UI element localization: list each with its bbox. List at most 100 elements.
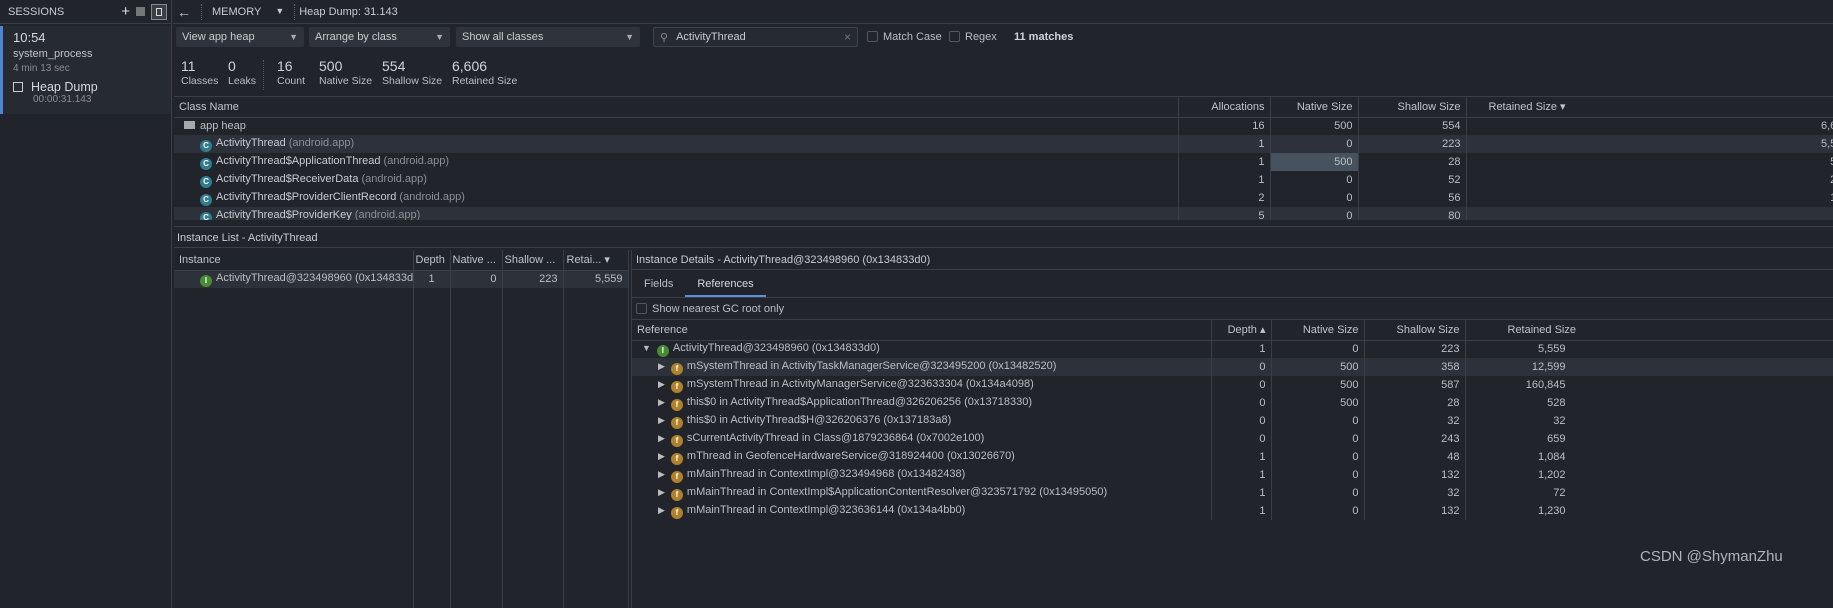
instance-table: Instance Depth Native ... Shallow ... Re… (174, 250, 630, 608)
cell-retained: 528 (1466, 153, 1833, 171)
cell-shallow: 28 (1358, 153, 1467, 171)
col-shallow-size[interactable]: Shallow Size (1358, 97, 1467, 118)
field-icon: f (670, 380, 683, 393)
heap-select-label: View app heap (182, 31, 255, 43)
class-row-app-heap[interactable]: app heap 165005546,606 (174, 117, 1833, 135)
col-depth[interactable]: Depth (413, 250, 451, 271)
reference-name: mSystemThread in ActivityTaskManagerServ… (686, 359, 1057, 372)
heap-dump-artifact[interactable]: Heap Dump (13, 80, 161, 94)
stat-label: Shallow Size (382, 75, 443, 87)
stat-label: Classes (181, 75, 219, 87)
tab-references[interactable]: References (685, 278, 766, 297)
collapsed-arrow-icon[interactable]: ▶ (658, 397, 665, 407)
back-arrow-icon[interactable]: ← (177, 4, 191, 20)
collapsed-arrow-icon[interactable]: ▶ (658, 361, 665, 371)
arrange-select[interactable]: Arrange by class ▼ (309, 27, 450, 47)
cell-shallow: 132 (1364, 466, 1466, 484)
add-session-icon[interactable]: + (121, 3, 130, 20)
tab-fields[interactable]: Fields (632, 278, 685, 297)
gc-root-checkbox[interactable]: Show nearest GC root only (632, 298, 1833, 320)
reference-row[interactable]: ▶ f mSystemThread in ActivityTaskManagerSe… (632, 358, 1833, 376)
col-native[interactable]: Native ... (450, 250, 503, 271)
reference-row[interactable]: ▶ f sCurrentActivityThread in Class@187923… (632, 430, 1833, 448)
expanded-arrow-icon[interactable]: ▼ (642, 343, 651, 353)
dropdown-icon: ▼ (625, 32, 634, 42)
stop-icon[interactable] (136, 7, 145, 16)
col-class-name[interactable]: Class Name (174, 97, 1179, 118)
cell-shallow: 80 (1358, 207, 1467, 220)
collapsed-arrow-icon[interactable]: ▶ (658, 379, 665, 389)
class-name: ActivityThread$ProviderKey (216, 208, 352, 221)
col-native-size[interactable]: Native Size (1270, 97, 1359, 118)
search-input[interactable]: ⚲ ActivityThread × (653, 27, 858, 47)
instance-row[interactable]: I ActivityThread@323498960 (0x134833d0) 1… (174, 270, 629, 288)
col-reference[interactable]: Reference (632, 320, 1212, 341)
class-row[interactable]: C ActivityThread$ProviderKey (android.app… (174, 207, 1833, 220)
filter-select-label: Show all classes (462, 31, 544, 43)
reference-row[interactable]: ▶ f this$0 in ActivityThread$ApplicationTh… (632, 394, 1833, 412)
package-name: (android.app) (361, 172, 427, 185)
class-row[interactable]: C ActivityThread$ProviderClientRecord (an… (174, 189, 1833, 207)
match-case-checkbox[interactable]: Match Case (867, 31, 942, 43)
cell-native: 0 (1271, 502, 1365, 520)
col-depth[interactable]: Depth ▴ (1211, 320, 1272, 341)
field-icon: f (670, 416, 683, 429)
col-shallow-size[interactable]: Shallow Size (1364, 320, 1466, 341)
profiler-select[interactable]: MEMORY ▼ (212, 6, 284, 18)
collapsed-arrow-icon[interactable]: ▶ (658, 451, 665, 461)
col-retained-size[interactable]: Retained Size (1465, 320, 1833, 341)
heap-select[interactable]: View app heap ▼ (176, 27, 304, 47)
col-retained[interactable]: Retai... ▾ (563, 250, 629, 271)
reference-row[interactable]: ▶ f mMainThread in ContextImpl$Application… (632, 484, 1833, 502)
retained-value: 1,230 (1537, 505, 1566, 517)
cell-retained: 32 (1465, 412, 1833, 430)
stat-2: 16 Count (277, 58, 305, 87)
class-table: Class Name Allocations Native Size Shall… (174, 96, 1833, 220)
class-icon: C (200, 211, 212, 220)
reference-name: sCurrentActivityThread in Class@18792368… (686, 431, 985, 444)
col-shallow[interactable]: Shallow ... (502, 250, 564, 271)
col-retained-size[interactable]: Retained Size ▾ (1466, 97, 1833, 118)
stat-label: Count (277, 75, 306, 87)
collapsed-arrow-icon[interactable]: ▶ (658, 433, 665, 443)
field-icon: f (670, 452, 683, 465)
class-row[interactable]: C ActivityThread$ApplicationThread (andro… (174, 153, 1833, 171)
cell-retained: 80 (1466, 207, 1833, 220)
instance-details-title: Instance Details - ActivityThread@323498… (632, 250, 1833, 270)
col-allocations[interactable]: Allocations (1178, 97, 1271, 118)
sessions-title: SESSIONS (8, 5, 65, 18)
reference-row[interactable]: ▶ f mThread in GeofenceHardwareService@318… (632, 448, 1833, 466)
session-item[interactable]: 10:54 system_process 4 min 13 sec Heap D… (0, 26, 171, 114)
sessions-header: SESSIONS + (0, 0, 171, 24)
collapsed-arrow-icon[interactable]: ▶ (658, 415, 665, 425)
collapsed-arrow-icon[interactable]: ▶ (658, 487, 665, 497)
cell-native: 500 (1271, 376, 1365, 394)
reference-row[interactable]: ▶ f mMainThread in ContextImpl@323636144 (… (632, 502, 1833, 520)
cell-shallow: 554 (1358, 117, 1467, 135)
class-row[interactable]: C ActivityThread$ReceiverData (android.ap… (174, 171, 1833, 189)
collapsed-arrow-icon[interactable]: ▶ (658, 469, 665, 479)
collapse-panel-icon[interactable] (151, 3, 167, 20)
match-count: 11 matches (1014, 31, 1074, 43)
dropdown-icon: ▼ (289, 32, 298, 42)
instance-shallow: 223 (502, 270, 564, 288)
reference-row[interactable]: ▶ f this$0 in ActivityThread$H@326206376 (… (632, 412, 1833, 430)
field-icon: f (670, 362, 683, 375)
collapsed-arrow-icon[interactable]: ▶ (658, 505, 665, 515)
package-name: (android.app) (399, 190, 465, 203)
reference-row[interactable]: ▶ f mMainThread in ContextImpl@323494968 (… (632, 466, 1833, 484)
col-native-size[interactable]: Native Size (1271, 320, 1365, 341)
filter-select[interactable]: Show all classes ▼ (456, 27, 640, 47)
class-row[interactable]: C ActivityThread (android.app) 102235,559 (174, 135, 1833, 153)
col-instance[interactable]: Instance (174, 250, 414, 271)
cell-depth: 1 (1211, 340, 1272, 358)
reference-row[interactable]: ▶ f mSystemThread in ActivityManagerServic… (632, 376, 1833, 394)
stat-value: 11 (181, 58, 196, 74)
regex-checkbox[interactable]: Regex (949, 31, 997, 43)
cell-alloc: 5 (1178, 207, 1271, 220)
retained-value: 1,202 (1537, 469, 1566, 481)
cell-retained: 1,230 (1465, 502, 1833, 520)
clear-icon[interactable]: × (844, 30, 851, 44)
reference-name: mSystemThread in ActivityManagerService@… (686, 377, 1034, 390)
reference-root-row[interactable]: ▼ I ActivityThread@323498960 (0x134833d0) 1… (632, 340, 1833, 358)
